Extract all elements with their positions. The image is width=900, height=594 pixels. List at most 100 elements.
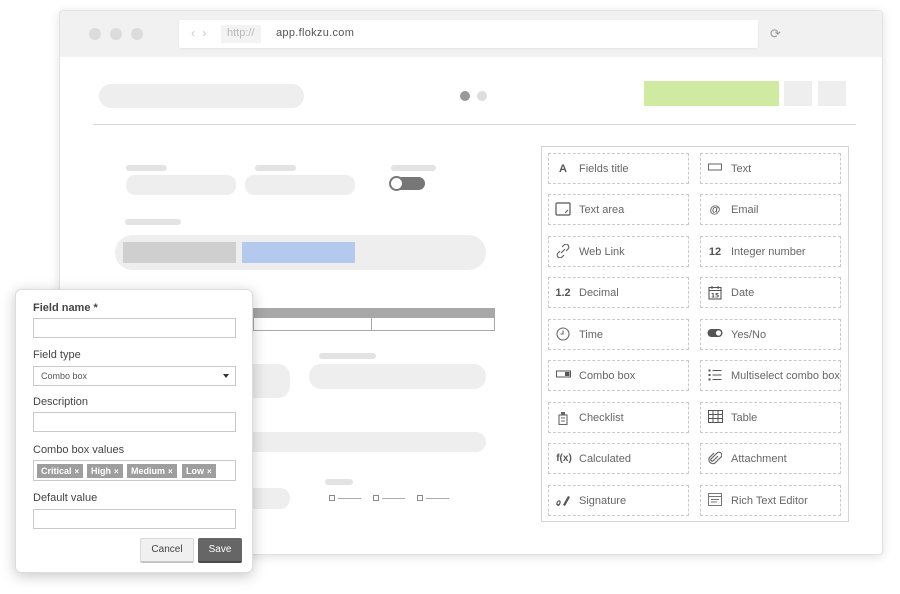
palette-item-checklist[interactable]: Checklist [548,402,689,433]
default-value-input[interactable] [33,509,236,529]
field-name-label: Field name * [33,302,98,314]
input-placeholder [126,175,236,195]
paperclip-icon [707,451,723,467]
input-placeholder [245,175,355,195]
palette-item-label: Signature [579,495,627,507]
link-icon [555,243,571,260]
tag-medium: Medium × [127,464,177,478]
tag-label: High [91,466,111,476]
input-placeholder [309,364,486,389]
svg-text:15: 15 [711,293,719,300]
fields-title-icon: A [559,163,567,175]
window-minimize-dot[interactable] [110,28,122,40]
palette-item-label: Calculated [579,453,631,465]
decimal-icon: 1.2 [555,287,571,299]
table-row-placeholder [253,318,495,331]
field-type-label: Field type [33,349,81,361]
palette-item-integer-number[interactable]: 12 Integer number [700,236,841,267]
window-close-dot[interactable] [89,28,101,40]
toggle-icon [707,327,723,343]
palette-item-calculated[interactable]: f(x) Calculated [548,443,689,474]
label-placeholder [125,219,181,225]
palette-item-label: Multiselect combo box [731,370,840,382]
palette-item-email[interactable]: @ Email [700,194,841,225]
palette-item-label: Decimal [579,287,619,299]
tag-critical: Critical × [37,464,84,478]
multiselect-icon [707,368,723,384]
toolbar-button[interactable] [784,81,812,106]
tag-high: High × [87,464,123,478]
palette-item-yes-no[interactable]: Yes/No [700,319,841,350]
text-icon [707,161,723,177]
description-input[interactable] [33,412,236,432]
remove-tag-icon[interactable]: × [207,467,212,476]
tag-low: Low × [182,464,216,478]
field-palette: A Fields title Text Text area @ Email We… [541,146,849,522]
checklist-icon [555,410,571,426]
browser-toolbar: ‹ › http:// app.flokzu.com ⟳ [60,11,882,57]
title-placeholder [99,84,304,108]
palette-item-label: Yes/No [731,329,767,341]
field-type-value: Combo box [41,371,88,381]
field-type-select[interactable]: Combo box [33,366,236,386]
label-placeholder [255,165,296,171]
table-header-placeholder [253,308,495,318]
palette-item-text[interactable]: Text [700,153,841,184]
field-properties-dialog: Field name * Field type Combo box Descri… [15,289,253,573]
palette-item-web-link[interactable]: Web Link [548,236,689,267]
palette-item-date[interactable]: 15 Date [700,277,841,308]
integer-icon: 12 [708,246,722,258]
palette-item-text-area[interactable]: Text area [548,194,689,225]
combo-box-icon [555,368,571,384]
remove-tag-icon[interactable]: × [114,467,119,476]
field-name-input[interactable] [33,318,236,338]
text-area-icon [555,202,571,218]
gray-block [123,242,236,263]
nav-arrows-icon[interactable]: ‹ › [191,26,208,40]
function-icon: f(x) [556,453,572,464]
clock-icon [555,327,571,343]
window-maximize-dot[interactable] [131,28,143,40]
url-host: app.flokzu.com [276,27,355,39]
palette-item-label: Table [731,412,758,424]
palette-item-label: Fields title [579,163,629,175]
primary-action-button[interactable] [644,81,779,106]
palette-item-rich-text-editor[interactable]: Rich Text Editor [700,485,841,516]
toolbar-button[interactable] [818,81,846,106]
palette-item-fields-title[interactable]: A Fields title [548,153,689,184]
palette-item-combo-box[interactable]: Combo box [548,360,689,391]
default-value-label: Default value [33,492,98,504]
remove-tag-icon[interactable]: × [75,467,80,476]
palette-item-label: Integer number [731,246,806,258]
combo-values-input[interactable]: Critical × High × Medium × Low × [33,460,236,481]
cancel-button[interactable]: Cancel [140,538,194,563]
save-button[interactable]: Save [198,538,242,563]
palette-item-label: Rich Text Editor [731,495,808,507]
palette-item-multiselect-combo-box[interactable]: Multiselect combo box [700,360,841,391]
table-icon [707,409,723,426]
tag-label: Low [186,466,204,476]
palette-item-label: Email [731,204,759,216]
toggle-switch[interactable] [389,176,425,191]
tag-label: Critical [41,466,72,476]
palette-item-label: Date [731,287,755,299]
address-bar[interactable]: ‹ › http:// app.flokzu.com [179,20,758,48]
palette-item-attachment[interactable]: Attachment [700,443,841,474]
description-label: Description [33,396,89,408]
palette-item-label: Time [579,329,604,341]
tag-label: Medium [131,466,166,476]
palette-item-label: Web Link [579,246,625,258]
palette-item-signature[interactable]: Signature [548,485,689,516]
palette-item-table[interactable]: Table [700,402,841,433]
label-placeholder [325,479,353,485]
rich-text-icon [707,493,723,509]
remove-tag-icon[interactable]: × [168,467,173,476]
palette-item-label: Text [731,163,752,175]
palette-item-time[interactable]: Time [548,319,689,350]
toggle-knob [389,176,404,191]
pager-dot-active[interactable] [460,91,470,101]
pager-dot[interactable] [477,91,487,101]
blue-block [242,242,355,263]
reload-icon[interactable]: ⟳ [770,26,781,42]
palette-item-decimal[interactable]: 1.2 Decimal [548,277,689,308]
